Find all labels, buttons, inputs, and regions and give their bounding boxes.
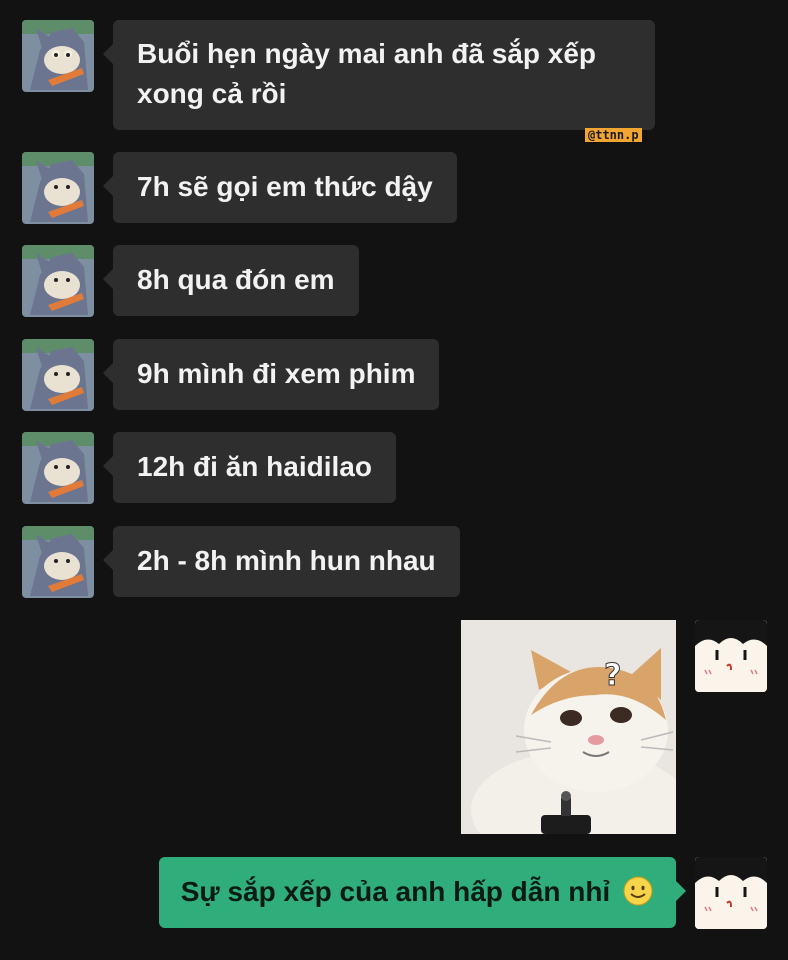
message-text: 7h sẽ gọi em thức dậy	[137, 171, 433, 202]
question-mark: ?	[603, 658, 622, 694]
cartoon-girl-avatar-icon[interactable]	[695, 620, 767, 692]
incoming-message[interactable]: Buổi hẹn ngày mai anh đã sắp xếp xong cả…	[103, 20, 655, 130]
incoming-message[interactable]: 7h sẽ gọi em thức dậy	[103, 152, 457, 223]
tom-cat-avatar-icon[interactable]	[22, 152, 94, 224]
cartoon-girl-avatar-icon[interactable]	[695, 857, 767, 929]
incoming-message[interactable]: 12h đi ăn haidilao	[103, 432, 396, 503]
tom-cat-avatar-icon[interactable]	[22, 339, 94, 411]
message-text: 8h qua đón em	[137, 264, 335, 295]
message-text: 2h - 8h mình hun nhau	[137, 545, 436, 576]
incoming-message[interactable]: 8h qua đón em	[103, 245, 359, 316]
tom-cat-avatar-icon[interactable]	[22, 526, 94, 598]
watermark: @ttnn.p	[585, 128, 642, 142]
incoming-message[interactable]: 2h - 8h mình hun nhau	[103, 526, 460, 597]
confused-cat-sticker[interactable]: ?	[461, 620, 676, 834]
smiling-face-emoji-icon	[622, 875, 654, 907]
message-text: xong cả rồi	[137, 78, 287, 109]
incoming-message[interactable]: 9h mình đi xem phim	[102, 339, 440, 410]
tom-cat-avatar-icon[interactable]	[22, 245, 94, 317]
chat-thread: Buổi hẹn ngày mai anh đã sắp xếp xong cả…	[0, 0, 788, 960]
tom-cat-avatar-icon[interactable]	[22, 432, 94, 504]
message-text: 12h đi ăn haidilao	[137, 451, 372, 482]
message-text: Buổi hẹn ngày mai anh đã sắp xếp	[137, 38, 596, 69]
message-text: 9h mình đi xem phim	[137, 358, 416, 389]
tom-cat-avatar-icon[interactable]	[22, 20, 94, 92]
message-text: Sự sắp xếp của anh hấp dẫn nhỉ	[180, 876, 611, 907]
outgoing-message[interactable]: Sự sắp xếp của anh hấp dẫn nhỉ	[158, 857, 687, 928]
